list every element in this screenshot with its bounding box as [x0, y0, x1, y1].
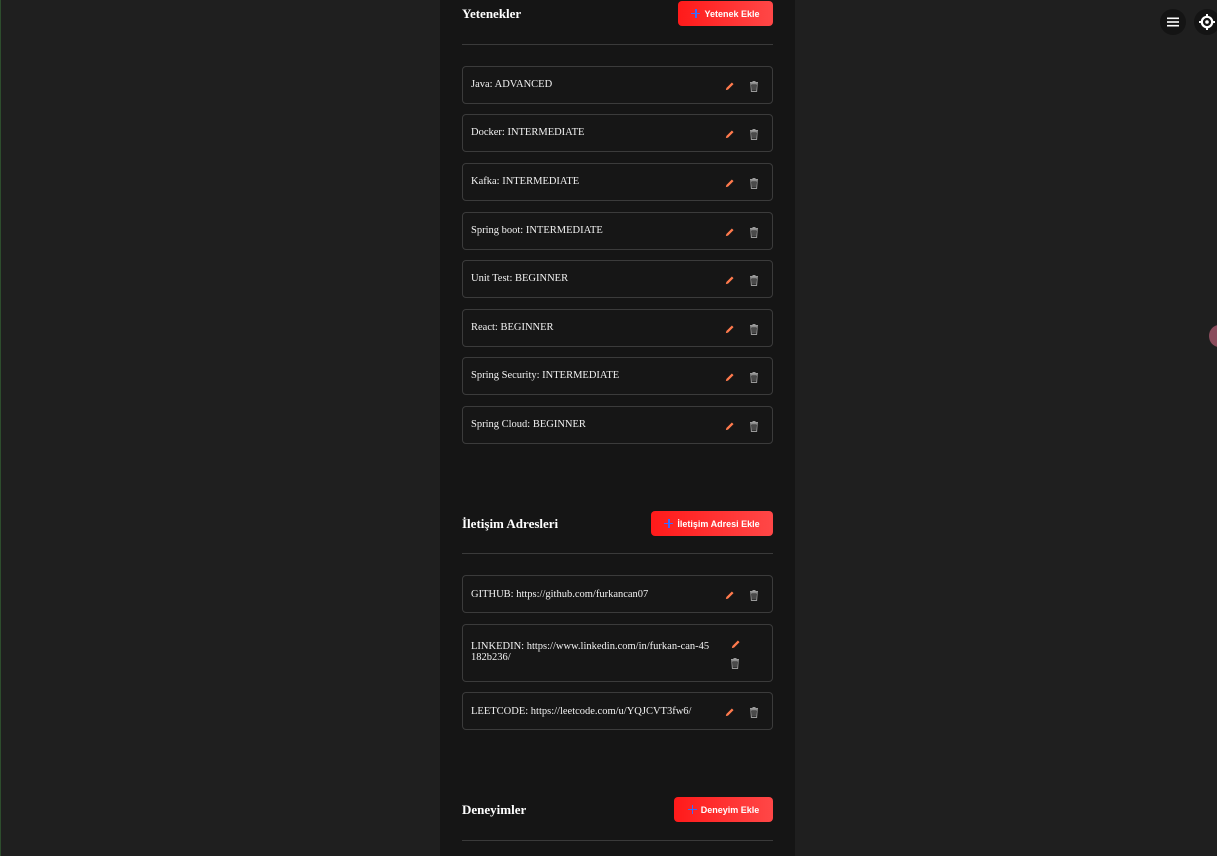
skill-item: Spring boot: INTERMEDIATE	[462, 212, 773, 250]
skill-item: Spring Security: INTERMEDIATE	[462, 357, 773, 395]
edit-button[interactable]	[728, 637, 742, 651]
trash-icon	[750, 128, 758, 140]
delete-button[interactable]	[747, 322, 761, 336]
plus-icon	[687, 805, 697, 814]
edit-button[interactable]	[722, 370, 736, 384]
contact-item: LINKEDIN: https://www.linkedin.com/in/fu…	[462, 624, 773, 682]
add-skill-label: Yetenek Ekle	[704, 8, 760, 19]
skill-item: Unit Test: BEGINNER	[462, 260, 773, 298]
trash-icon	[731, 657, 739, 669]
skill-text: Spring Security: INTERMEDIATE	[471, 370, 620, 381]
contacts-header: İletişim Adresleri İletişim Adresi Ekle	[462, 511, 773, 536]
skill-item: React: BEGINNER	[462, 309, 773, 347]
delete-button[interactable]	[747, 79, 761, 93]
skill-text: React: BEGINNER	[471, 322, 554, 333]
plus-icon	[691, 9, 701, 18]
trash-icon	[750, 177, 758, 189]
add-experience-button[interactable]: Deneyim Ekle	[674, 797, 773, 822]
skills-title: Yetenekler	[462, 6, 522, 21]
menu-icon	[1167, 17, 1179, 27]
contacts-divider	[462, 553, 773, 554]
page: Yetenekler Yetenek Ekle Java: ADVANCED D…	[0, 0, 1217, 856]
skill-text: Spring boot: INTERMEDIATE	[471, 225, 603, 236]
edit-button[interactable]	[722, 176, 736, 190]
trash-icon	[750, 589, 758, 601]
pencil-icon	[725, 421, 734, 430]
delete-button[interactable]	[747, 419, 761, 433]
gear-icon	[1199, 14, 1215, 30]
trash-icon	[750, 80, 758, 92]
pencil-icon	[725, 590, 734, 599]
contact-text: LINKEDIN: https://www.linkedin.com/in/fu…	[471, 641, 710, 663]
plus-icon	[664, 519, 674, 528]
skill-text: Java: ADVANCED	[471, 79, 553, 90]
delete-button[interactable]	[747, 588, 761, 602]
skill-item: Kafka: INTERMEDIATE	[462, 163, 773, 201]
skill-text: Unit Test: BEGINNER	[471, 273, 569, 284]
delete-button[interactable]	[747, 225, 761, 239]
floating-handle[interactable]	[1209, 325, 1217, 347]
delete-button[interactable]	[747, 176, 761, 190]
delete-button[interactable]	[747, 705, 761, 719]
delete-button[interactable]	[747, 370, 761, 384]
edit-button[interactable]	[722, 79, 736, 93]
pencil-icon	[725, 372, 734, 381]
pencil-icon	[725, 129, 734, 138]
trash-icon	[750, 226, 758, 238]
add-contact-button[interactable]: İletişim Adresi Ekle	[651, 511, 773, 536]
trash-icon	[750, 420, 758, 432]
pencil-icon	[725, 81, 734, 90]
contact-text: LEETCODE: https://leetcode.com/u/YQJCVT3…	[471, 706, 692, 717]
trash-icon	[750, 323, 758, 335]
edit-button[interactable]	[722, 322, 736, 336]
trash-icon	[750, 371, 758, 383]
window-edge	[0, 0, 1, 856]
edit-button[interactable]	[722, 225, 736, 239]
pencil-icon	[731, 639, 740, 648]
edit-button[interactable]	[722, 588, 736, 602]
skills-divider	[462, 44, 773, 45]
edit-button[interactable]	[722, 419, 736, 433]
contact-item: LEETCODE: https://leetcode.com/u/YQJCVT3…	[462, 692, 773, 730]
trash-icon	[750, 274, 758, 286]
skill-item: Spring Cloud: BEGINNER	[462, 406, 773, 444]
experiences-divider	[462, 840, 773, 841]
edit-button[interactable]	[722, 127, 736, 141]
experiences-title: Deneyimler	[462, 802, 527, 817]
pencil-icon	[725, 707, 734, 716]
delete-button[interactable]	[747, 273, 761, 287]
pencil-icon	[725, 275, 734, 284]
pencil-icon	[725, 178, 734, 187]
edit-button[interactable]	[722, 705, 736, 719]
pencil-icon	[725, 324, 734, 333]
contacts-title: İletişim Adresleri	[462, 516, 559, 531]
pencil-icon	[725, 227, 734, 236]
settings-button[interactable]	[1194, 9, 1217, 35]
skill-text: Spring Cloud: BEGINNER	[471, 419, 586, 430]
add-experience-label: Deneyim Ekle	[700, 804, 760, 815]
skill-text: Docker: INTERMEDIATE	[471, 127, 585, 138]
delete-button[interactable]	[728, 656, 742, 670]
profile-panel: Yetenekler Yetenek Ekle Java: ADVANCED D…	[440, 0, 795, 856]
delete-button[interactable]	[747, 127, 761, 141]
skill-item: Docker: INTERMEDIATE	[462, 114, 773, 152]
contact-item: GITHUB: https://github.com/furkancan07	[462, 575, 773, 613]
trash-icon	[750, 706, 758, 718]
skills-header: Yetenekler Yetenek Ekle	[462, 1, 773, 27]
skill-text: Kafka: INTERMEDIATE	[471, 176, 580, 187]
experiences-header: Deneyimler Deneyim Ekle	[462, 797, 773, 822]
edit-button[interactable]	[722, 273, 736, 287]
add-skill-button[interactable]: Yetenek Ekle	[678, 1, 773, 26]
add-contact-label: İletişim Adresi Ekle	[677, 518, 760, 529]
menu-button[interactable]	[1160, 9, 1186, 35]
top-controls	[1157, 9, 1217, 35]
skill-item: Java: ADVANCED	[462, 66, 773, 104]
contact-text: GITHUB: https://github.com/furkancan07	[471, 589, 649, 600]
